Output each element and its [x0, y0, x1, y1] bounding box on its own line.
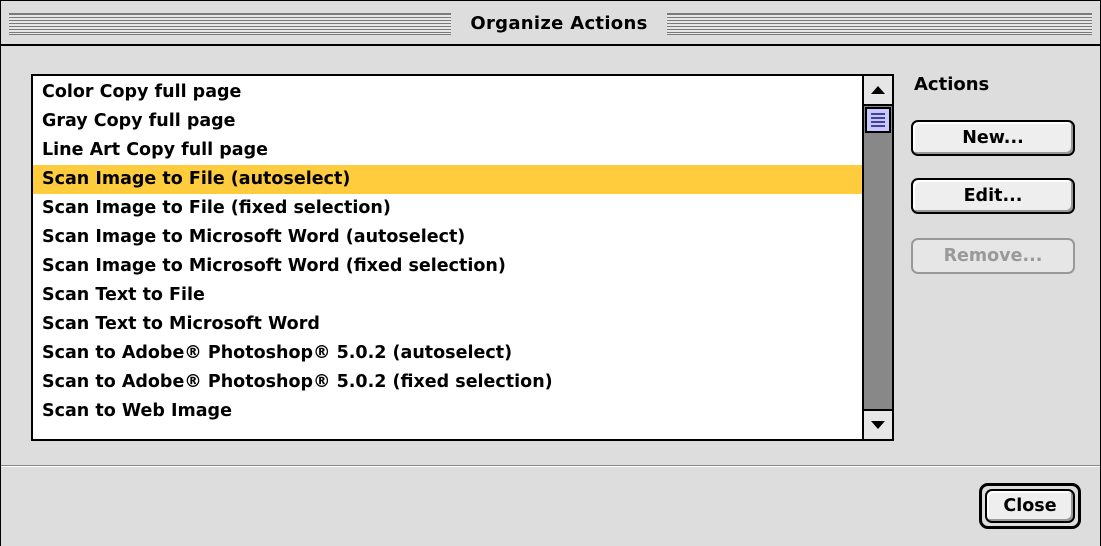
title-bar[interactable]: Organize Actions: [1, 0, 1100, 46]
list-item[interactable]: Scan Image to Microsoft Word (autoselect…: [33, 223, 862, 252]
scroll-down-button[interactable]: [864, 409, 892, 439]
actions-list: Color Copy full page Gray Copy full page L…: [33, 78, 862, 426]
down-arrow-icon: [871, 421, 885, 429]
scroll-up-button[interactable]: [864, 76, 892, 106]
edit-action-button[interactable]: Edit...: [911, 178, 1075, 214]
list-item[interactable]: Scan Image to File (autoselect): [33, 165, 862, 194]
list-item[interactable]: Color Copy full page: [33, 78, 862, 107]
new-action-button[interactable]: New...: [911, 120, 1075, 156]
actions-list-box: Color Copy full page Gray Copy full page L…: [31, 74, 894, 441]
vertical-scrollbar[interactable]: [862, 76, 892, 439]
organize-actions-window: Organize Actions Color Copy full page Gra…: [0, 0, 1101, 546]
close-button[interactable]: Close: [985, 489, 1075, 523]
title-bar-stripes-left: [9, 13, 451, 35]
title-bar-stripes-right: [667, 13, 1092, 35]
list-item[interactable]: Scan to Web Image: [33, 397, 862, 426]
window-title: Organize Actions: [470, 13, 648, 34]
scroll-thumb[interactable]: [865, 107, 891, 133]
default-button-ring: Close: [979, 483, 1081, 529]
list-item[interactable]: Scan to Adobe® Photoshop® 5.0.2 (autosel…: [33, 339, 862, 368]
remove-action-button: Remove...: [911, 238, 1075, 274]
list-item[interactable]: Line Art Copy full page: [33, 136, 862, 165]
list-item[interactable]: Scan Text to Microsoft Word: [33, 310, 862, 339]
list-item[interactable]: Scan Image to File (fixed selection): [33, 194, 862, 223]
list-item[interactable]: Scan Text to File: [33, 281, 862, 310]
actions-heading: Actions: [914, 74, 990, 95]
up-arrow-icon: [871, 86, 885, 94]
grip-icon: [871, 113, 885, 127]
list-item[interactable]: Scan Image to Microsoft Word (fixed sele…: [33, 252, 862, 281]
divider: [1, 465, 1100, 467]
list-item[interactable]: Scan to Adobe® Photoshop® 5.0.2 (fixed s…: [33, 368, 862, 397]
list-item[interactable]: Gray Copy full page: [33, 107, 862, 136]
